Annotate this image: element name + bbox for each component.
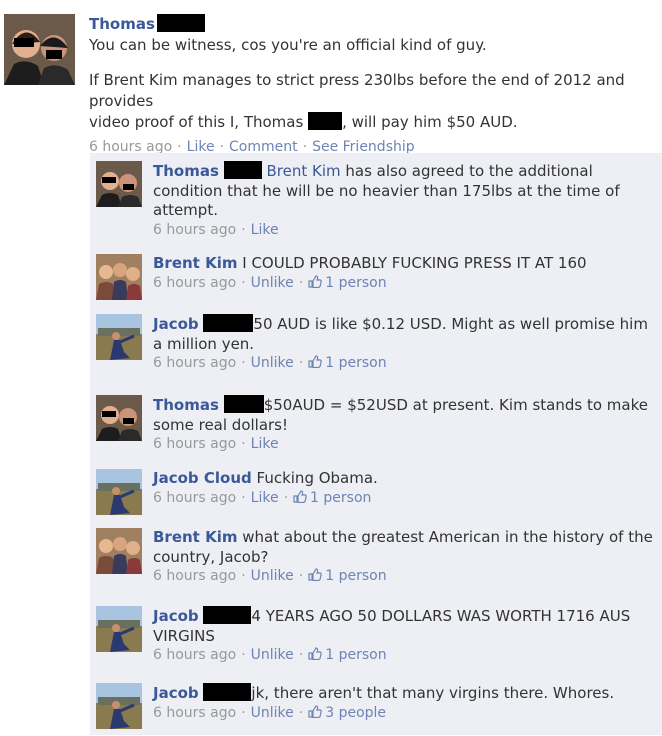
comment-timestamp[interactable]: 6 hours ago bbox=[153, 436, 236, 452]
comment-item: Jacob 4 YEARS AGO 50 DOLLARS WAS WORTH 1… bbox=[90, 598, 662, 676]
likes-count-text[interactable]: 1 person bbox=[325, 568, 386, 584]
unlike-link[interactable]: Unlike bbox=[251, 705, 294, 721]
post-author-avatar[interactable] bbox=[4, 14, 75, 85]
unlike-link[interactable]: Unlike bbox=[251, 568, 294, 584]
comment-timestamp[interactable]: 6 hours ago bbox=[153, 705, 236, 721]
comment-body: Brent Kim what about the greatest Americ… bbox=[153, 528, 653, 587]
comment-meta: 6 hours ago · Unlike · 1 person bbox=[153, 274, 387, 291]
comment-timestamp[interactable]: 6 hours ago bbox=[153, 647, 236, 663]
comment-author[interactable]: Jacob bbox=[153, 684, 199, 702]
commenter-avatar[interactable] bbox=[96, 161, 142, 207]
unlike-link[interactable]: Unlike bbox=[251, 647, 294, 663]
comment-item: Jacob Cloud Fucking Obama. 6 hours ago · L… bbox=[90, 461, 662, 521]
likes-count[interactable]: 1 person bbox=[308, 568, 387, 584]
thumbs-up-icon bbox=[308, 568, 322, 581]
likes-count-text[interactable]: 1 person bbox=[325, 275, 386, 291]
thumbs-up-icon bbox=[293, 489, 307, 503]
comment-timestamp[interactable]: 6 hours ago bbox=[153, 222, 236, 238]
likes-count[interactable]: 1 person bbox=[308, 355, 387, 371]
post-message-text: , will pay him $50 AUD. bbox=[342, 113, 518, 131]
comment-timestamp[interactable]: 6 hours ago bbox=[153, 275, 236, 291]
redaction-bar bbox=[203, 606, 252, 624]
comment-body: Jacob Cloud Fucking Obama. 6 hours ago · L… bbox=[153, 469, 653, 508]
comment-author[interactable]: Jacob Cloud bbox=[153, 469, 252, 487]
comment-body: Thomas $50AUD = $52USD at present. Kim s… bbox=[153, 395, 653, 455]
comment-text: I COULD PROBABLY FUCKING PRESS IT AT 160 bbox=[242, 254, 587, 272]
like-link[interactable]: Like bbox=[251, 436, 279, 452]
comment-author[interactable]: Brent Kim bbox=[153, 254, 237, 272]
comment-meta: 6 hours ago · Unlike · 3 people bbox=[153, 704, 387, 721]
thumbs-up-icon bbox=[308, 647, 322, 660]
comment-text: Fucking Obama. bbox=[256, 469, 378, 487]
mention-link[interactable]: Brent Kim bbox=[266, 162, 340, 180]
comment-author[interactable]: Jacob bbox=[153, 315, 199, 333]
commenter-avatar[interactable] bbox=[96, 254, 142, 300]
commenter-avatar[interactable] bbox=[96, 606, 142, 652]
likes-count-text[interactable]: 1 person bbox=[325, 647, 386, 663]
redaction-bar bbox=[156, 14, 205, 32]
comment-meta: 6 hours ago · Unlike · 1 person bbox=[153, 355, 387, 371]
comment-body: Jacob jk, there aren't that many virgins… bbox=[153, 683, 653, 723]
comment-meta: 6 hours ago · Like · 1 person bbox=[153, 489, 372, 506]
likes-count[interactable]: 3 people bbox=[308, 705, 386, 721]
comment-author[interactable]: Thomas bbox=[153, 396, 219, 414]
redaction-bar bbox=[308, 112, 343, 130]
comment-author[interactable]: Thomas bbox=[153, 162, 219, 180]
like-link[interactable]: Like bbox=[251, 222, 279, 238]
thumbs-up-icon bbox=[308, 355, 322, 368]
comment-author[interactable]: Jacob bbox=[153, 607, 199, 625]
comment-item: Jacob jk, there aren't that many virgins… bbox=[90, 675, 662, 736]
post-author-name[interactable]: Thomas bbox=[89, 15, 155, 33]
thumbs-up-icon bbox=[308, 704, 322, 718]
comment-body: Jacob 4 YEARS AGO 50 DOLLARS WAS WORTH 1… bbox=[153, 606, 653, 666]
post-message-line2b: video proof of this I, Thomas , will pay… bbox=[89, 112, 661, 133]
likes-count-text[interactable]: 3 people bbox=[325, 705, 386, 721]
likes-count[interactable]: 1 person bbox=[308, 647, 387, 663]
likes-count[interactable]: 1 person bbox=[293, 490, 371, 506]
comment-meta: 6 hours ago · Unlike · 1 person bbox=[153, 647, 387, 663]
comment-item: Brent Kim I COULD PROBABLY FUCKING PRESS… bbox=[90, 246, 662, 307]
redaction-bar bbox=[223, 161, 262, 179]
post-message-line1: You can be witness, cos you're an offici… bbox=[89, 36, 487, 54]
comment-item: Thomas $50AUD = $52USD at present. Kim s… bbox=[90, 387, 662, 462]
commenter-avatar[interactable] bbox=[96, 683, 142, 729]
comment-item: Brent Kim what about the greatest Americ… bbox=[90, 520, 662, 599]
post-message-text: video proof of this I, Thomas bbox=[89, 113, 304, 131]
commenter-avatar[interactable] bbox=[96, 528, 142, 574]
comment-body: Thomas Brent Kim has also agreed to the … bbox=[153, 161, 653, 240]
comment-author[interactable]: Brent Kim bbox=[153, 528, 237, 546]
commenter-avatar[interactable] bbox=[96, 469, 142, 515]
comment-body: Jacob 50 AUD is like $0.12 USD. Might as… bbox=[153, 314, 653, 374]
comment-meta: 6 hours ago · Like bbox=[153, 436, 279, 452]
comment-timestamp[interactable]: 6 hours ago bbox=[153, 355, 236, 371]
redaction-bar bbox=[203, 683, 252, 701]
comment-item: Thomas Brent Kim has also agreed to the … bbox=[90, 153, 662, 247]
comment-item: Jacob 50 AUD is like $0.12 USD. Might as… bbox=[90, 306, 662, 388]
unlike-link[interactable]: Unlike bbox=[251, 355, 294, 371]
like-link[interactable]: Like bbox=[251, 490, 279, 506]
unlike-link[interactable]: Unlike bbox=[251, 275, 294, 291]
redaction-bar bbox=[223, 395, 264, 413]
comment-body: Brent Kim I COULD PROBABLY FUCKING PRESS… bbox=[153, 254, 653, 293]
likes-count-text[interactable]: 1 person bbox=[310, 490, 371, 506]
comment-meta: 6 hours ago · Like bbox=[153, 221, 279, 238]
comment-timestamp[interactable]: 6 hours ago bbox=[153, 568, 236, 584]
redaction-bar bbox=[203, 314, 254, 332]
thumbs-up-icon bbox=[308, 274, 322, 288]
comment-meta: 6 hours ago · Unlike · 1 person bbox=[153, 568, 387, 584]
likes-count[interactable]: 1 person bbox=[308, 274, 387, 291]
main-post: Thomas You can be witness, cos you're an… bbox=[89, 14, 661, 155]
comment-timestamp[interactable]: 6 hours ago bbox=[153, 490, 236, 506]
post-message-line2a: If Brent Kim manages to strict press 230… bbox=[89, 71, 625, 110]
commenter-avatar[interactable] bbox=[96, 314, 142, 360]
commenter-avatar[interactable] bbox=[96, 395, 142, 441]
likes-count-text[interactable]: 1 person bbox=[325, 355, 386, 371]
comment-text: jk, there aren't that many virgins there… bbox=[251, 684, 615, 702]
